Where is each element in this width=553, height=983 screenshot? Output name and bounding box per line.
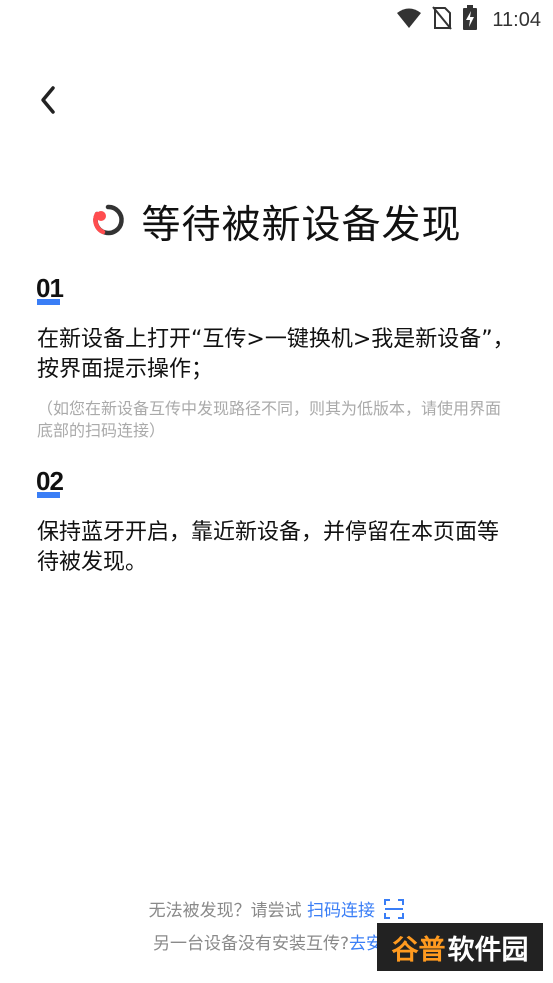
step-underline-1 bbox=[37, 299, 60, 305]
wifi-icon bbox=[396, 7, 422, 33]
no-sim-icon bbox=[432, 6, 453, 34]
watermark-part2: 软件园 bbox=[447, 934, 529, 966]
watermark-logo: 谷普 软件园 bbox=[377, 923, 543, 971]
status-icons: 11:04 bbox=[396, 5, 541, 35]
install-prompt-text: 另一台设备没有安装互传? bbox=[152, 934, 350, 954]
step-text-1: 在新设备上打开“互传>一键换机>我是新设备”，按界面提示操作； bbox=[37, 327, 515, 382]
step-underline-2 bbox=[37, 492, 60, 498]
scan-icon[interactable] bbox=[384, 899, 405, 924]
scan-connect-row: 无法被发现？请尝试 扫码连接 bbox=[0, 896, 553, 924]
step-text-2: 保持蓝牙开启，靠近新设备，并停留在本页面等待被发现。 bbox=[37, 520, 500, 575]
watermark-part1: 谷普 bbox=[391, 934, 446, 966]
status-bar: 11:04 bbox=[0, 0, 553, 36]
loop-logo-icon bbox=[91, 203, 125, 241]
back-button[interactable] bbox=[28, 82, 68, 122]
title-row: 等待被新设备发现 bbox=[0, 194, 553, 250]
page-title: 等待被新设备发现 bbox=[141, 203, 462, 248]
status-time: 11:04 bbox=[492, 8, 541, 31]
chevron-left-icon bbox=[37, 85, 59, 119]
scan-connect-link[interactable]: 扫码连接 bbox=[307, 901, 375, 921]
scan-prompt-text: 无法被发现？请尝试 bbox=[148, 901, 307, 921]
battery-charging-icon bbox=[462, 5, 478, 35]
step-hint-1: （如您在新设备互传中发现路径不同，则其为低版本，请使用界面底部的扫码连接） bbox=[37, 399, 502, 440]
